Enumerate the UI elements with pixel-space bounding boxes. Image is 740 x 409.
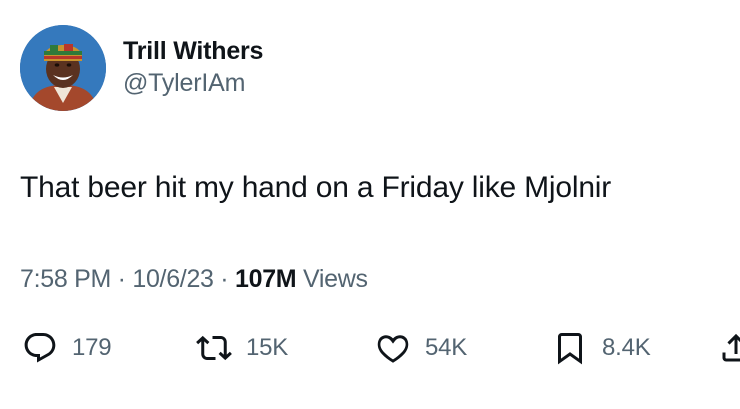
reply-icon — [22, 330, 58, 366]
retweet-count: 15K — [246, 334, 289, 361]
share-icon — [718, 330, 740, 366]
bookmark-button[interactable]: 8.4K — [552, 326, 651, 370]
tweet-card: Trill Withers @TylerIAm That beer hit my… — [0, 0, 740, 409]
views-label: Views — [296, 265, 368, 293]
meta-separator: · — [213, 265, 235, 293]
bookmark-icon — [552, 330, 588, 366]
avatar[interactable] — [20, 25, 106, 111]
like-count: 54K — [425, 334, 468, 361]
avatar-image — [20, 25, 106, 111]
action-bar: 179 15K 54K 8.4K — [0, 326, 740, 370]
author-display-name[interactable]: Trill Withers — [123, 36, 263, 66]
reply-button[interactable]: 179 — [22, 326, 112, 370]
tweet-text: That beer hit my hand on a Friday like M… — [20, 171, 612, 204]
author-block: Trill Withers @TylerIAm — [123, 36, 263, 98]
reply-count: 179 — [72, 334, 112, 361]
meta-separator: · — [111, 265, 133, 293]
retweet-icon — [196, 330, 232, 366]
retweet-button[interactable]: 15K — [196, 326, 288, 370]
views-count: 107M — [234, 265, 297, 293]
author-handle[interactable]: @TylerIAm — [123, 68, 263, 98]
bookmark-count: 8.4K — [602, 334, 651, 361]
share-button[interactable] — [718, 326, 740, 370]
tweet-meta: 7:58 PM · 10/6/23 · 107M Views — [20, 264, 368, 294]
tweet-date[interactable]: 10/6/23 — [132, 265, 214, 293]
tweet-time[interactable]: 7:58 PM — [20, 265, 111, 293]
like-button[interactable]: 54K — [375, 326, 467, 370]
heart-icon — [375, 330, 411, 366]
